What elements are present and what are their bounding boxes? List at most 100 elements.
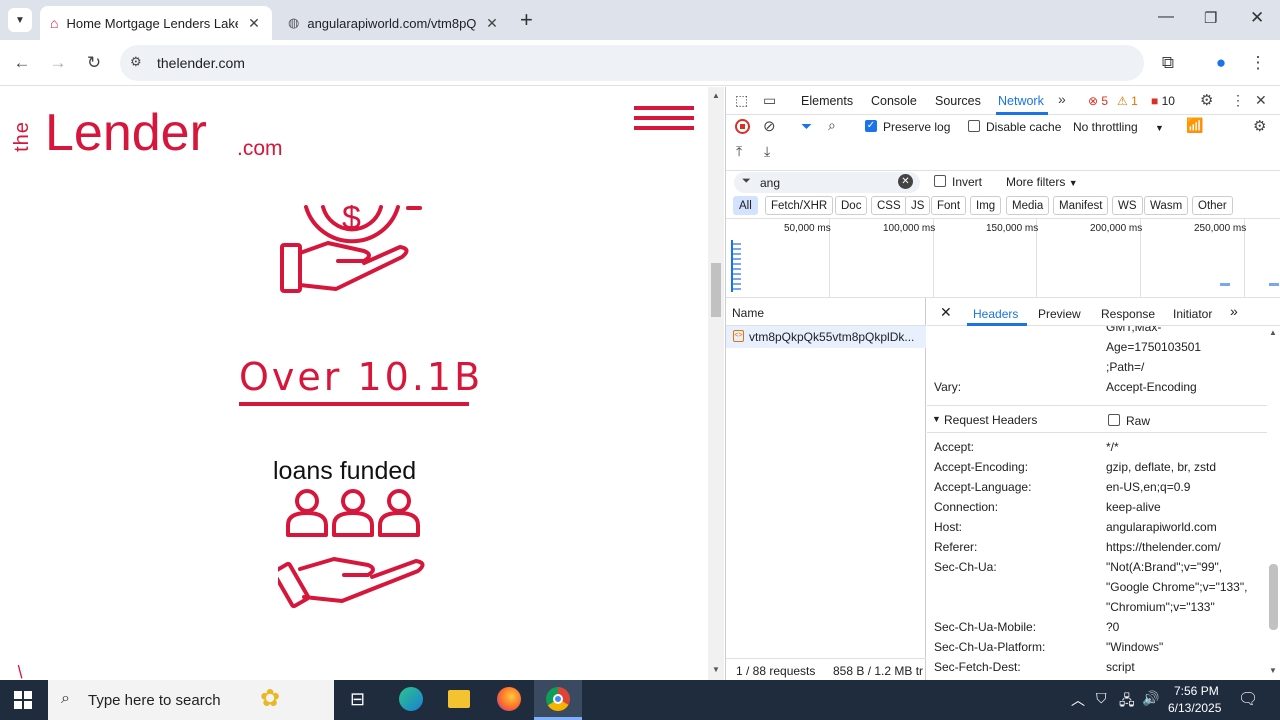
invert-checkbox[interactable]	[934, 175, 946, 187]
tab-response[interactable]: Response	[1101, 307, 1155, 321]
preserve-log-checkbox[interactable]: ✓	[865, 120, 877, 132]
notifications-icon[interactable]: 🗨	[1238, 689, 1258, 709]
back-button[interactable]: ←	[11, 52, 33, 74]
scroll-thumb[interactable]	[711, 263, 721, 317]
volume-tray-icon[interactable]: 🔊	[1142, 690, 1159, 707]
device-toolbar-icon[interactable]: ▭	[763, 92, 776, 109]
type-filter-font[interactable]: Font	[931, 196, 967, 215]
tab-preview[interactable]: Preview	[1038, 307, 1081, 321]
record-stop-icon[interactable]	[735, 119, 750, 134]
devtools-menu-icon[interactable]: ⋮	[1231, 92, 1245, 109]
site-info-icon[interactable]: ⚙	[130, 54, 142, 70]
throttling-select[interactable]: No throttling ▼	[1073, 120, 1164, 134]
address-bar[interactable]: ⚙ thelender.com	[120, 45, 1144, 81]
menu-kebab-icon[interactable]: ⋮	[1247, 52, 1269, 74]
task-view-icon[interactable]: ⊟	[350, 689, 365, 710]
scroll-down-icon[interactable]: ▼	[712, 665, 720, 674]
export-har-icon[interactable]: ⤓	[764, 143, 770, 160]
scroll-up-icon[interactable]: ▲	[712, 91, 720, 100]
settings-gear-icon[interactable]: ⚙	[1200, 91, 1213, 109]
network-conditions-icon[interactable]: 📶	[1186, 117, 1203, 134]
filter-input-value[interactable]: ang	[760, 176, 780, 190]
reload-button[interactable]: ↻	[83, 52, 105, 74]
error-count[interactable]: ⊗ 5	[1088, 94, 1108, 108]
tab-headers[interactable]: Headers	[973, 307, 1018, 321]
name-column-header[interactable]: Name	[726, 298, 926, 326]
tab-sources[interactable]: Sources	[935, 94, 981, 108]
forward-button[interactable]: →	[47, 52, 69, 74]
restore-button[interactable]: ❐	[1204, 9, 1217, 27]
clear-icon[interactable]: ⊘	[763, 117, 776, 135]
profile-avatar[interactable]: ●	[1210, 52, 1232, 74]
more-filters-dropdown[interactable]: More filters ▼	[1006, 175, 1078, 189]
clock-time[interactable]: 7:56 PM	[1174, 684, 1219, 698]
tab-network[interactable]: Network	[998, 94, 1044, 108]
site-logo[interactable]: the Lender .com	[11, 105, 290, 165]
extensions-icon[interactable]: ⧉	[1157, 52, 1179, 74]
disable-cache-label[interactable]: Disable cache	[986, 120, 1061, 134]
type-filter-wasm[interactable]: Wasm	[1144, 196, 1189, 215]
request-row[interactable]: <> vtm8pQkpQk55vtm8pQkplDk...	[726, 326, 926, 348]
minimize-button[interactable]: —	[1158, 8, 1174, 26]
tab-thelender[interactable]: ⌂ Home Mortgage Lenders Lake M ✕	[40, 6, 272, 40]
network-tray-icon[interactable]: 🖧	[1119, 690, 1135, 714]
invert-label[interactable]: Invert	[952, 175, 982, 189]
close-devtools-icon[interactable]: ✕	[1255, 92, 1267, 109]
show-hidden-icons-chevron[interactable]: ︿	[1071, 690, 1085, 710]
issue-count[interactable]: ■ 10	[1151, 94, 1175, 108]
type-filter-js[interactable]: JS	[905, 196, 931, 215]
collapse-triangle-icon[interactable]: ▼	[932, 414, 941, 424]
scroll-up-icon[interactable]: ▲	[1269, 328, 1277, 337]
filter-input[interactable]: ⏷ ang ✕	[734, 172, 920, 193]
url-text[interactable]: thelender.com	[157, 55, 245, 71]
file-explorer-icon[interactable]	[448, 690, 470, 708]
search-icon[interactable]: ⌕	[828, 117, 836, 134]
type-filter-manifest[interactable]: Manifest	[1053, 196, 1109, 215]
inspect-element-icon[interactable]: ⬚	[735, 92, 748, 109]
type-filter-all[interactable]: All	[733, 196, 758, 215]
type-filter-fetch-xhr[interactable]: Fetch/XHR	[765, 196, 834, 215]
taskbar-search-box[interactable]: ⌕ Type here to search ✿	[48, 680, 334, 720]
type-filter-doc[interactable]: Doc	[835, 196, 868, 215]
raw-label[interactable]: Raw	[1126, 414, 1150, 428]
security-tray-icon[interactable]: ⛉	[1096, 690, 1107, 707]
more-detail-tabs-chevron-icon[interactable]: »	[1230, 303, 1238, 319]
taskbar-search-placeholder[interactable]: Type here to search	[88, 692, 221, 709]
firefox-icon[interactable]	[497, 687, 521, 711]
more-tabs-chevron-icon[interactable]: »	[1058, 91, 1066, 107]
preserve-log-label[interactable]: Preserve log	[883, 120, 950, 134]
scroll-down-icon[interactable]: ▼	[1269, 666, 1277, 675]
request-headers-title[interactable]: Request Headers	[944, 413, 1037, 427]
tab-angularapiworld[interactable]: ◍ angularapiworld.com/vtm8pQk ✕	[278, 6, 510, 40]
edge-browser-icon[interactable]	[399, 687, 423, 711]
type-filter-media[interactable]: Media	[1006, 196, 1050, 215]
chrome-taskbar-button[interactable]	[534, 680, 582, 720]
tab-search-button[interactable]: ▼	[8, 8, 32, 32]
network-settings-gear-icon[interactable]: ⚙	[1253, 117, 1266, 135]
hamburger-menu-button[interactable]	[634, 106, 694, 136]
scroll-thumb[interactable]	[1269, 564, 1278, 630]
type-filter-other[interactable]: Other	[1192, 196, 1233, 215]
tab-initiator[interactable]: Initiator	[1173, 307, 1212, 321]
type-filter-img[interactable]: Img	[970, 196, 1002, 215]
close-icon[interactable]: ✕	[484, 15, 500, 32]
import-har-icon[interactable]: ⤒	[736, 143, 742, 160]
raw-checkbox[interactable]	[1108, 414, 1120, 426]
clear-filter-icon[interactable]: ✕	[898, 174, 913, 189]
tab-console[interactable]: Console	[871, 94, 917, 108]
back-to-top-arrow-icon[interactable]: /	[13, 662, 28, 680]
tab-elements[interactable]: Elements	[801, 94, 853, 108]
close-icon[interactable]: ✕	[246, 15, 262, 32]
type-filter-ws[interactable]: WS	[1112, 196, 1143, 215]
page-scrollbar[interactable]: ▲ ▼	[708, 87, 724, 680]
new-tab-button[interactable]: +	[520, 7, 533, 33]
timeline-overview[interactable]: 50,000 ms 100,000 ms 150,000 ms 200,000 …	[726, 218, 1280, 298]
filter-funnel-icon[interactable]: ⏷	[801, 118, 812, 135]
disable-cache-checkbox[interactable]	[968, 120, 980, 132]
start-button[interactable]	[14, 691, 32, 709]
close-detail-icon[interactable]: ✕	[940, 304, 952, 321]
type-filter-css[interactable]: CSS	[871, 196, 907, 215]
window-close-button[interactable]: ✕	[1250, 8, 1264, 28]
warning-count[interactable]: ⚠ 1	[1117, 94, 1138, 108]
clock-date[interactable]: 6/13/2025	[1168, 701, 1221, 715]
